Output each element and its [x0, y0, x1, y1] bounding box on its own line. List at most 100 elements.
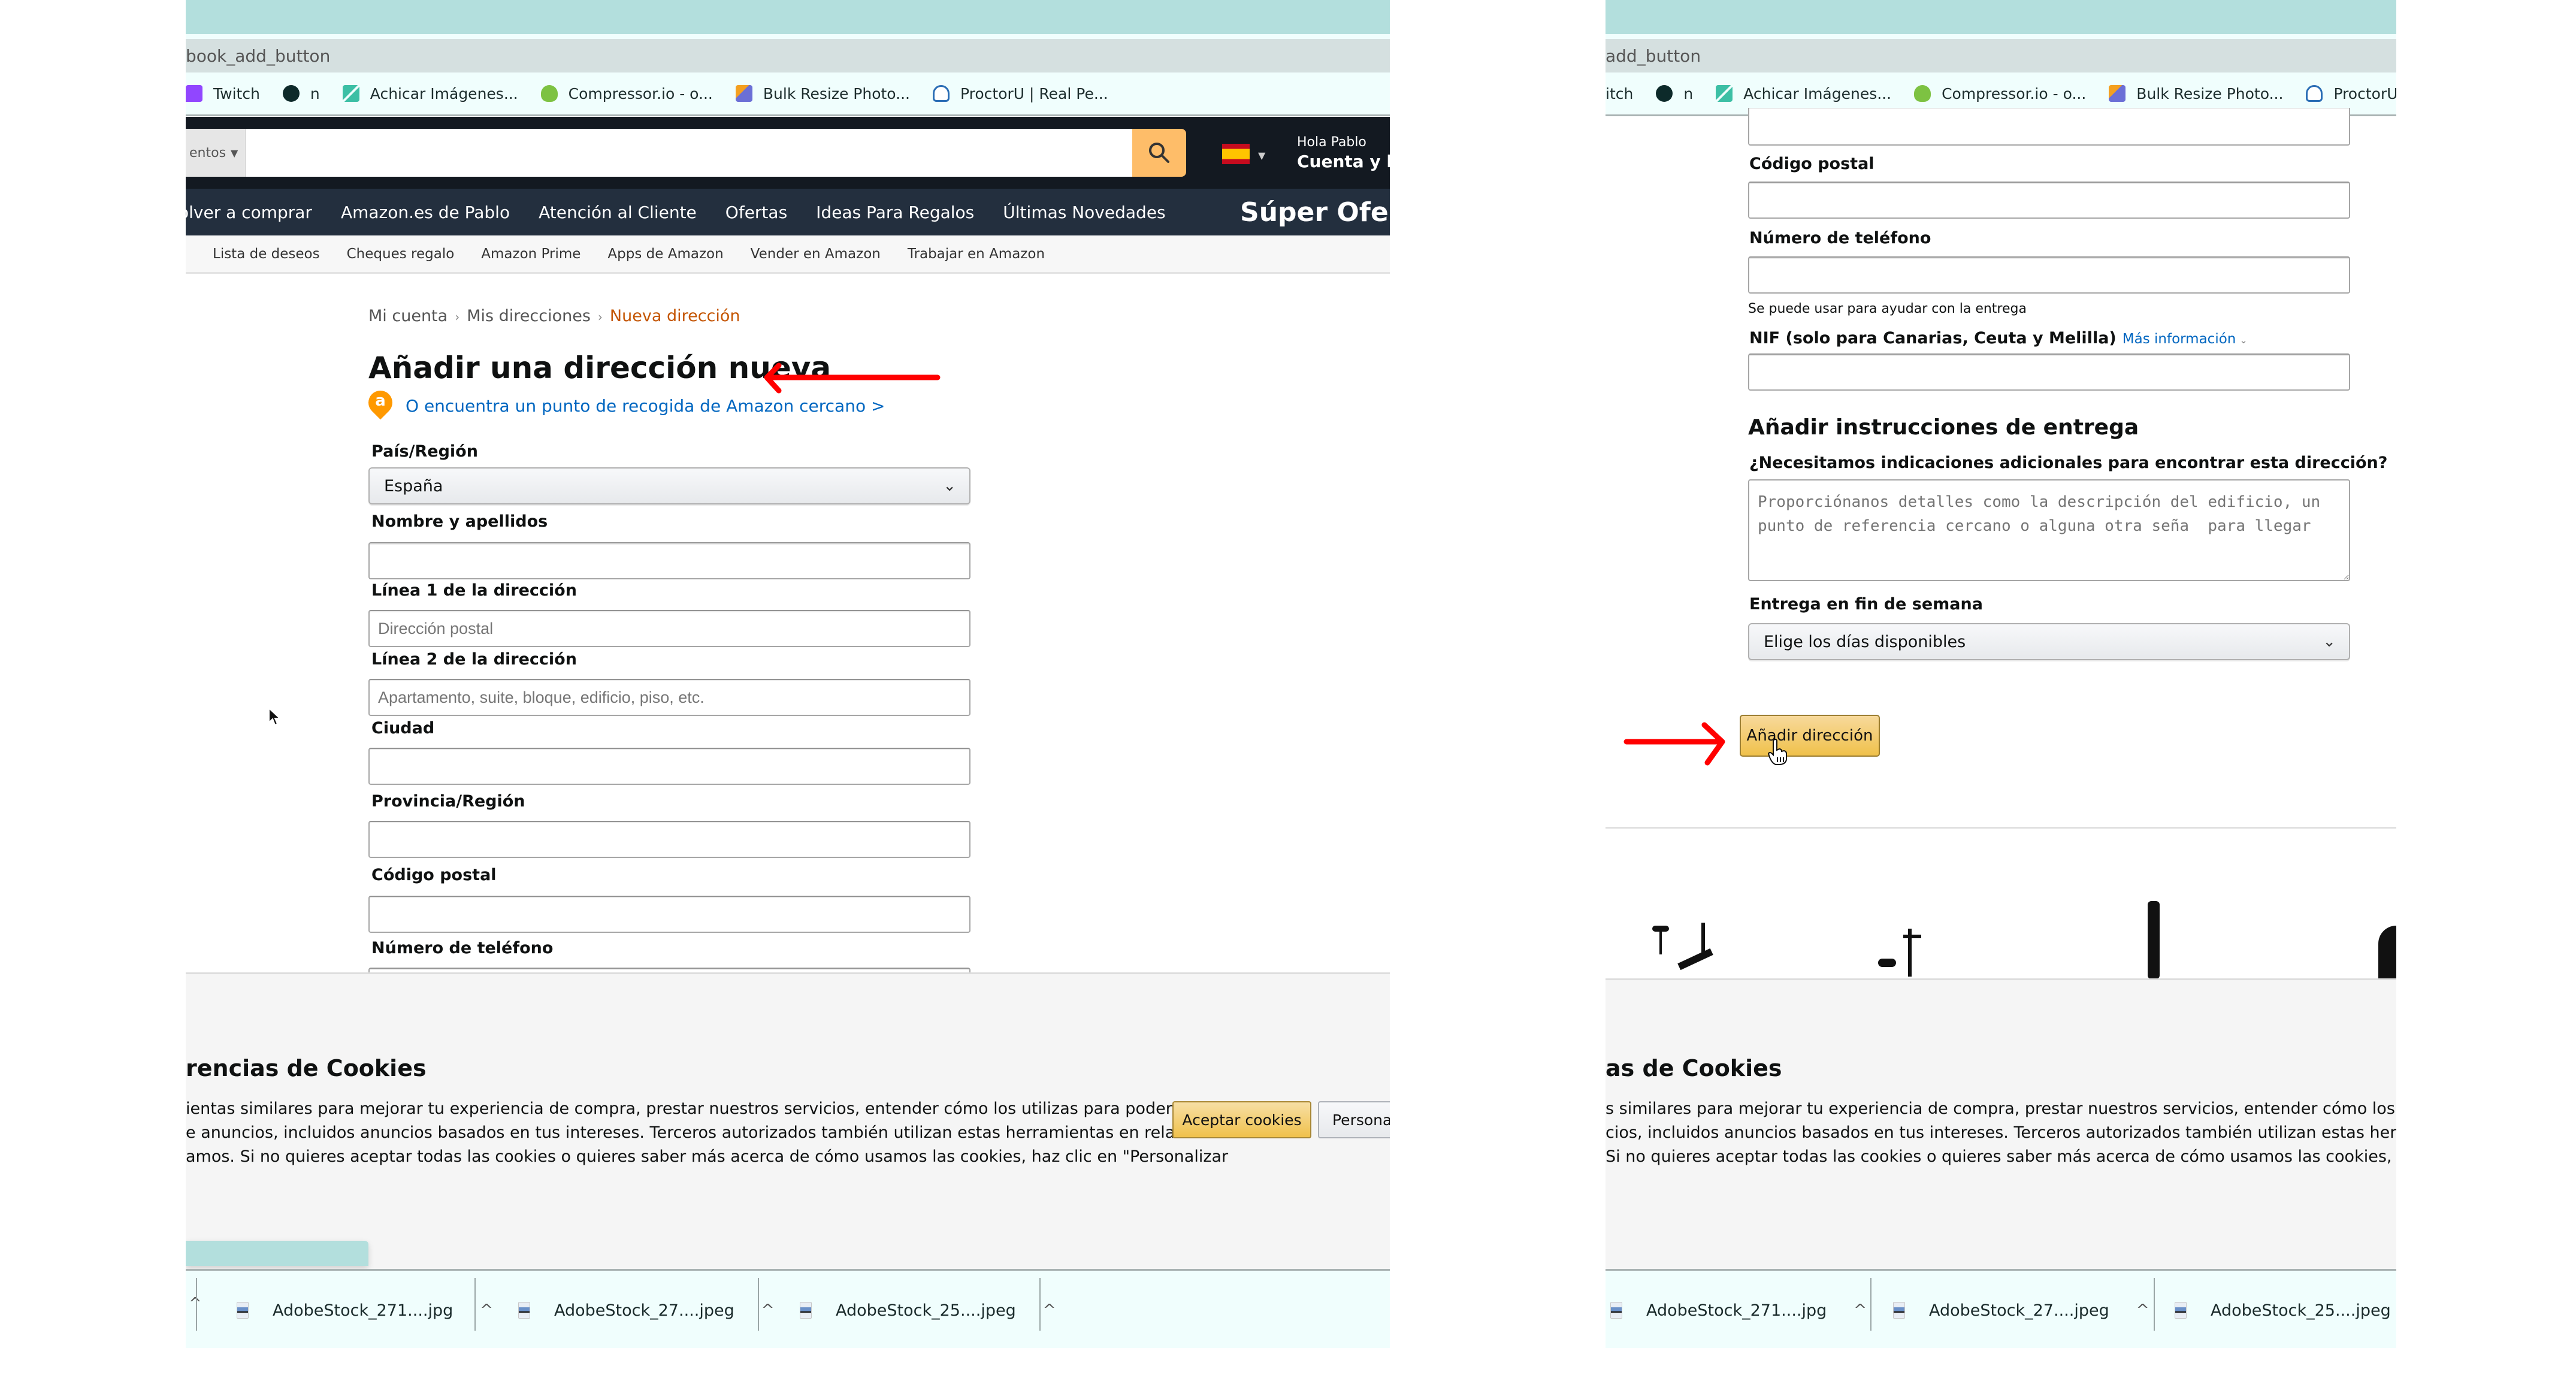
- nif-input[interactable]: [1748, 353, 2350, 391]
- bookmark-label: Compressor.io - o...: [1942, 84, 2087, 102]
- nav-new-releases[interactable]: Últimas Novedades: [1003, 203, 1165, 222]
- subnav-wishlist[interactable]: Lista de deseos: [213, 246, 320, 262]
- sub-nav: Lista de deseos Cheques regalo Amazon Pr…: [186, 235, 1390, 274]
- nav-gift-ideas[interactable]: Ideas Para Regalos: [816, 203, 974, 222]
- bookmarks-bar: Twitch n Achicar Imágenes... Compressor.…: [186, 72, 1390, 116]
- name-input[interactable]: [368, 542, 970, 579]
- bookmark-proctoru[interactable]: ProctorU | Real: [2306, 85, 2396, 102]
- jpg-file-icon: [1610, 1302, 1622, 1319]
- product-image-bike-part[interactable]: [2148, 901, 2160, 979]
- search-category-label: entos: [189, 145, 226, 161]
- download-item[interactable]: AdobeStock_271....jpg ^: [1610, 1271, 1867, 1348]
- cookie-text-line: Si no quieres aceptar todas las cookies …: [1606, 1147, 2396, 1166]
- bookmark-compressor[interactable]: Compressor.io - o...: [540, 85, 713, 102]
- account-lists-link[interactable]: Cuenta y listas: [1297, 152, 1390, 171]
- customize-cookies-button[interactable]: Personalizar: [1318, 1101, 1390, 1138]
- cookie-text-line: s similares para mejorar tu experiencia …: [1606, 1099, 2396, 1118]
- download-item[interactable]: AdobeStock_25....jpeg^: [2175, 1271, 2396, 1348]
- breadcrumb-my-addresses[interactable]: Mis direcciones: [467, 307, 591, 325]
- bookmark-label: n: [1683, 84, 1694, 102]
- chameleon-icon: [1914, 85, 1931, 102]
- downloads-bar: ^ AdobeStock_271....jpg ^ AdobeStock_27..…: [186, 1269, 1390, 1348]
- breadcrumb-my-account[interactable]: Mi cuenta: [368, 307, 448, 325]
- pickup-point-link[interactable]: a O encuentra un punto de recogida de Am…: [363, 385, 885, 421]
- bookmark-achicar[interactable]: Achicar Imágenes...: [1716, 85, 1891, 102]
- bookmark-twitch[interactable]: Twitch: [186, 85, 260, 102]
- nav-customer-service[interactable]: Atención al Cliente: [539, 203, 697, 222]
- twitch-icon: [186, 85, 202, 102]
- phone-label: Número de teléfono: [371, 939, 554, 957]
- province-input[interactable]: [368, 821, 970, 858]
- province-input[interactable]: [1748, 108, 2350, 146]
- bookmark-n[interactable]: n: [282, 84, 320, 102]
- promo-banner[interactable]: Súper Ofertas: [1240, 197, 1390, 228]
- search-input[interactable]: [246, 129, 1132, 177]
- bookmark-label: Bulk Resize Photo...: [763, 84, 911, 102]
- product-image-bicycle[interactable]: [1878, 917, 1950, 977]
- cookie-text-line: cios, incluidos anuncios basados en tus …: [1606, 1123, 2396, 1142]
- stacked-pages-icon: [735, 85, 752, 102]
- caret-up-icon[interactable]: ^: [2136, 1301, 2149, 1319]
- chrome-gap: [186, 34, 1390, 39]
- city-input[interactable]: [368, 748, 970, 785]
- caret-down-icon: ▼: [231, 147, 238, 159]
- bookmark-achicar[interactable]: Achicar Imágenes...: [342, 85, 518, 102]
- bookmark-label: Achicar Imágenes...: [1743, 84, 1892, 102]
- product-image-backpack[interactable]: [2378, 926, 2396, 980]
- postal-code-input[interactable]: [368, 896, 970, 933]
- nav-buy-again[interactable]: olver a comprar: [186, 203, 312, 222]
- caret-up-icon[interactable]: ^: [1854, 1301, 1867, 1319]
- url-text: book_add_button: [186, 46, 331, 66]
- postal-code-input[interactable]: [1748, 182, 2350, 219]
- download-item[interactable]: AdobeStock_271....jpg ^: [237, 1271, 493, 1348]
- country-select[interactable]: España ⌄: [368, 467, 970, 504]
- bookmark-bulk-resize[interactable]: Bulk Resize Photo...: [2109, 85, 2283, 102]
- subnav-sell[interactable]: Vender en Amazon: [751, 246, 881, 262]
- bookmark-label: n: [310, 84, 320, 102]
- bookmark-label: ProctorU | Real: [2333, 84, 2396, 102]
- bookmark-compressor[interactable]: Compressor.io - o...: [1914, 85, 2086, 102]
- download-item[interactable]: AdobeStock_25....jpeg^: [800, 1271, 1056, 1348]
- caret-up-icon[interactable]: ^: [480, 1301, 493, 1319]
- phone-input[interactable]: [1748, 256, 2350, 294]
- bookmark-n[interactable]: n: [1656, 85, 1693, 102]
- bookmark-twitch[interactable]: itch: [1606, 85, 1633, 102]
- search-category-dropdown[interactable]: entos ▼: [186, 129, 246, 177]
- delivery-instructions-textarea[interactable]: [1748, 479, 2350, 581]
- separator: [758, 1278, 759, 1331]
- address-bar[interactable]: add_button: [1606, 39, 2396, 72]
- download-item[interactable]: AdobeStock_27....jpeg ^: [1893, 1271, 2149, 1348]
- caret-up-icon[interactable]: ^: [189, 1295, 202, 1313]
- subnav-apps[interactable]: Apps de Amazon: [607, 246, 723, 262]
- download-item[interactable]: AdobeStock_27....jpeg ^: [518, 1271, 775, 1348]
- chrome-gap: [1606, 34, 2396, 39]
- jpg-file-icon: [2175, 1302, 2187, 1319]
- download-filename: AdobeStock_271....jpg: [273, 1301, 453, 1320]
- separator: [1039, 1278, 1041, 1331]
- bookmark-bulk-resize[interactable]: Bulk Resize Photo...: [735, 84, 911, 102]
- nav-amazon-de-pablo[interactable]: Amazon.es de Pablo: [341, 203, 510, 222]
- caret-up-icon[interactable]: ^: [761, 1301, 775, 1319]
- address2-label: Línea 2 de la dirección: [371, 650, 577, 669]
- bookmark-proctoru[interactable]: ProctorU | Real Pe...: [933, 85, 1108, 102]
- search-button[interactable]: [1132, 129, 1186, 177]
- more-info-link[interactable]: Más información: [2123, 331, 2236, 347]
- add-address-button[interactable]: Añadir dirección: [1740, 715, 1880, 757]
- country-value: España: [384, 476, 443, 495]
- nav-deals[interactable]: Ofertas: [725, 203, 787, 222]
- divider: [1606, 827, 2396, 829]
- accept-cookies-button[interactable]: Aceptar cookies: [1172, 1101, 1311, 1138]
- address-bar[interactable]: book_add_button: [186, 39, 1390, 72]
- address2-input[interactable]: [368, 679, 970, 716]
- subnav-prime[interactable]: Amazon Prime: [481, 246, 580, 262]
- product-image-bicycle[interactable]: [1641, 923, 1713, 980]
- weekend-delivery-select[interactable]: Elige los días disponibles ⌄: [1748, 623, 2350, 660]
- spain-flag-icon[interactable]: [1222, 144, 1250, 164]
- phone-label: Número de teléfono: [1749, 229, 1931, 247]
- chevron-down-icon[interactable]: ⌄: [2239, 334, 2247, 346]
- subnav-gift-cards[interactable]: Cheques regalo: [347, 246, 455, 262]
- caret-up-icon[interactable]: ^: [1043, 1301, 1056, 1319]
- address1-input[interactable]: [368, 610, 970, 647]
- pickup-link-text[interactable]: O encuentra un punto de recogida de Amaz…: [406, 396, 885, 416]
- subnav-jobs[interactable]: Trabajar en Amazon: [908, 246, 1045, 262]
